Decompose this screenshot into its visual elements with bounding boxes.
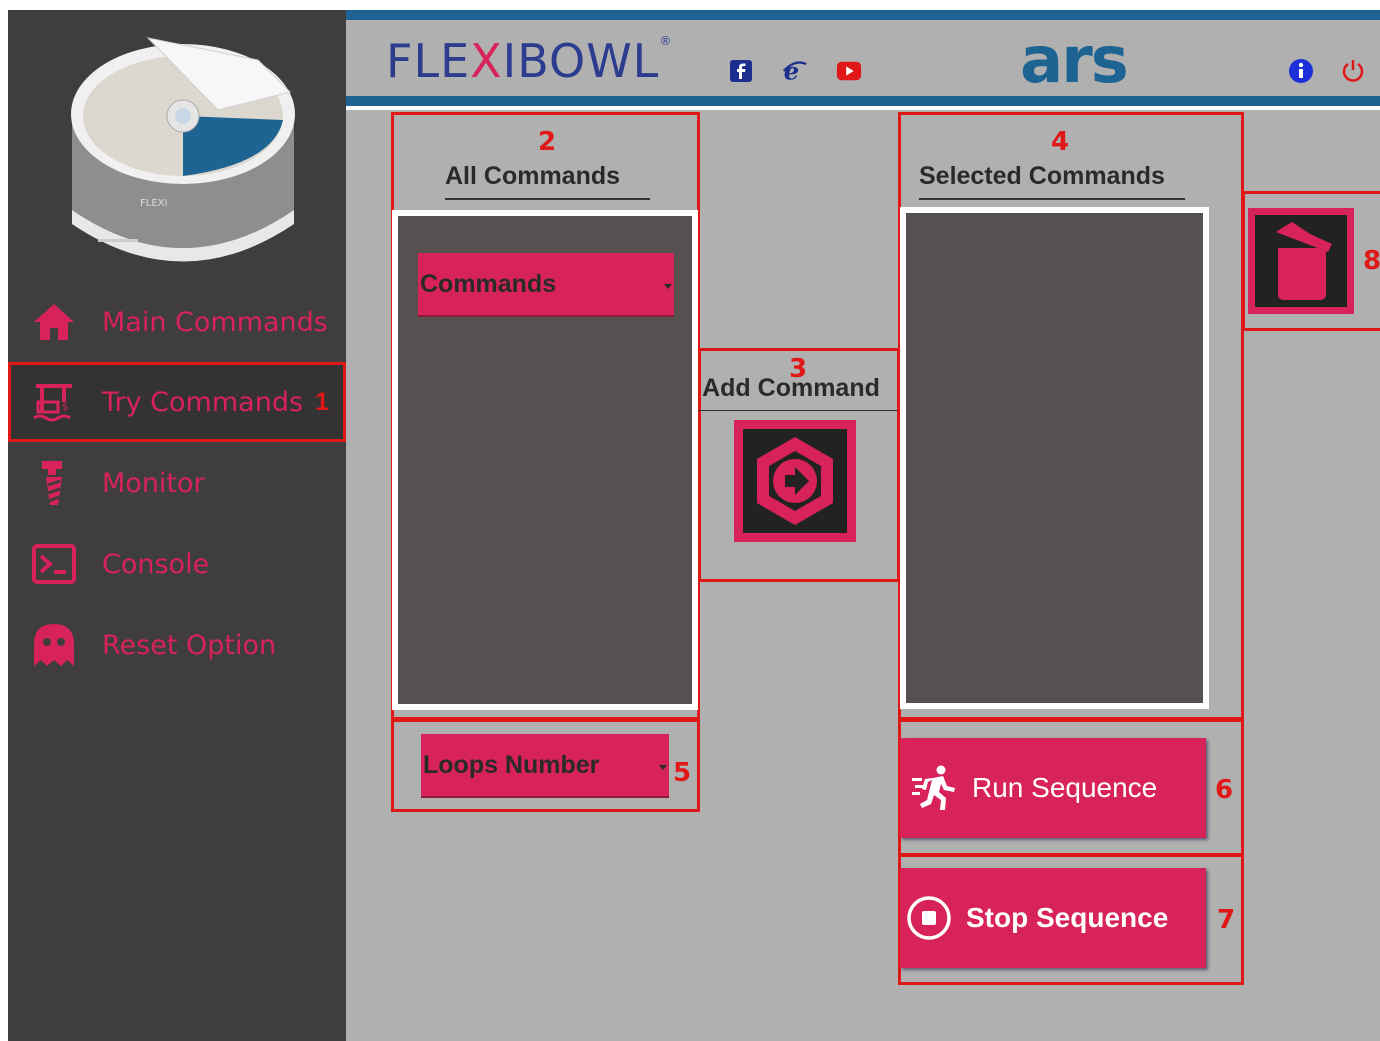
title-underline <box>919 198 1185 200</box>
header-bar: FLEXIBOWL® e ars <box>346 10 1380 106</box>
dropdown-value: Commands <box>420 269 557 298</box>
flexibowl-device-image: FLEXI <box>58 24 308 286</box>
facebook-icon[interactable] <box>728 58 754 84</box>
sidebar-item-label: Try Commands <box>102 386 304 418</box>
monitor-icon <box>30 459 78 507</box>
sidebar-item-label: Reset Option <box>102 629 277 661</box>
power-icon[interactable] <box>1340 58 1366 84</box>
dropdown-value: Loops Number <box>423 750 600 779</box>
sidebar-item-monitor[interactable]: Monitor <box>8 443 346 523</box>
selected-commands-list[interactable] <box>900 207 1209 709</box>
chevron-down-icon <box>664 284 672 289</box>
title-underline <box>698 410 900 411</box>
flexibowl-logo: FLEXIBOWL® <box>386 34 673 88</box>
svg-text:$: $ <box>62 402 68 413</box>
chevron-down-icon <box>659 765 667 770</box>
sidebar-item-reset-option[interactable]: Reset Option <box>8 605 346 685</box>
arrow-right-hexagon-icon <box>743 429 847 533</box>
loops-number-dropdown[interactable]: Loops Number <box>421 734 669 798</box>
header-divider <box>346 106 1380 110</box>
svg-text:e: e <box>784 57 799 85</box>
run-sequence-button[interactable]: Run Sequence <box>900 738 1206 838</box>
sidebar-item-main-commands[interactable]: Main Commands <box>8 282 346 362</box>
annotation-marker: 6 <box>1215 775 1234 805</box>
run-sequence-label: Run Sequence <box>972 772 1158 803</box>
sidebar-item-try-commands[interactable]: $ Try Commands 1 <box>8 362 346 442</box>
sidebar-item-label: Monitor <box>102 467 205 499</box>
svg-text:FLEXI: FLEXI <box>140 198 167 209</box>
all-commands-title: All Commands <box>445 162 621 190</box>
delete-command-button[interactable] <box>1248 208 1354 314</box>
youtube-icon[interactable] <box>836 58 862 84</box>
commands-dropdown[interactable]: Commands <box>418 253 674 317</box>
annotation-marker: 5 <box>673 758 692 788</box>
add-command-button[interactable] <box>734 420 856 542</box>
console-icon <box>30 540 78 588</box>
main-area: FLEXIBOWL® e ars 2 All Commands Commands… <box>346 10 1380 1041</box>
selected-commands-title: Selected Commands <box>919 162 1165 190</box>
title-underline <box>445 198 650 200</box>
ars-logo: ars <box>1020 24 1129 98</box>
annotation-marker: 1 <box>315 387 329 416</box>
stop-circle-icon <box>904 893 954 943</box>
trash-icon <box>1255 215 1347 307</box>
sidebar: FLEXI Main Commands $ Try Commands 1 Mon… <box>8 10 346 1041</box>
annotation-marker: 8 <box>1363 246 1380 276</box>
annotation-marker: 4 <box>1051 127 1070 157</box>
annotation-marker: 2 <box>538 127 557 157</box>
add-command-label: Add Command <box>702 374 880 402</box>
try-commands-icon: $ <box>30 378 78 426</box>
sidebar-item-label: Main Commands <box>102 306 328 338</box>
info-icon[interactable] <box>1288 58 1314 84</box>
stop-sequence-button[interactable]: Stop Sequence <box>900 868 1206 968</box>
sidebar-item-console[interactable]: Console <box>8 524 346 604</box>
internet-explorer-icon[interactable]: e <box>782 57 808 85</box>
ghost-icon <box>30 621 78 669</box>
sidebar-item-label: Console <box>102 548 210 580</box>
stop-sequence-label: Stop Sequence <box>966 902 1169 933</box>
running-icon <box>910 763 960 813</box>
annotation-marker: 7 <box>1217 905 1236 935</box>
home-icon <box>30 298 78 346</box>
